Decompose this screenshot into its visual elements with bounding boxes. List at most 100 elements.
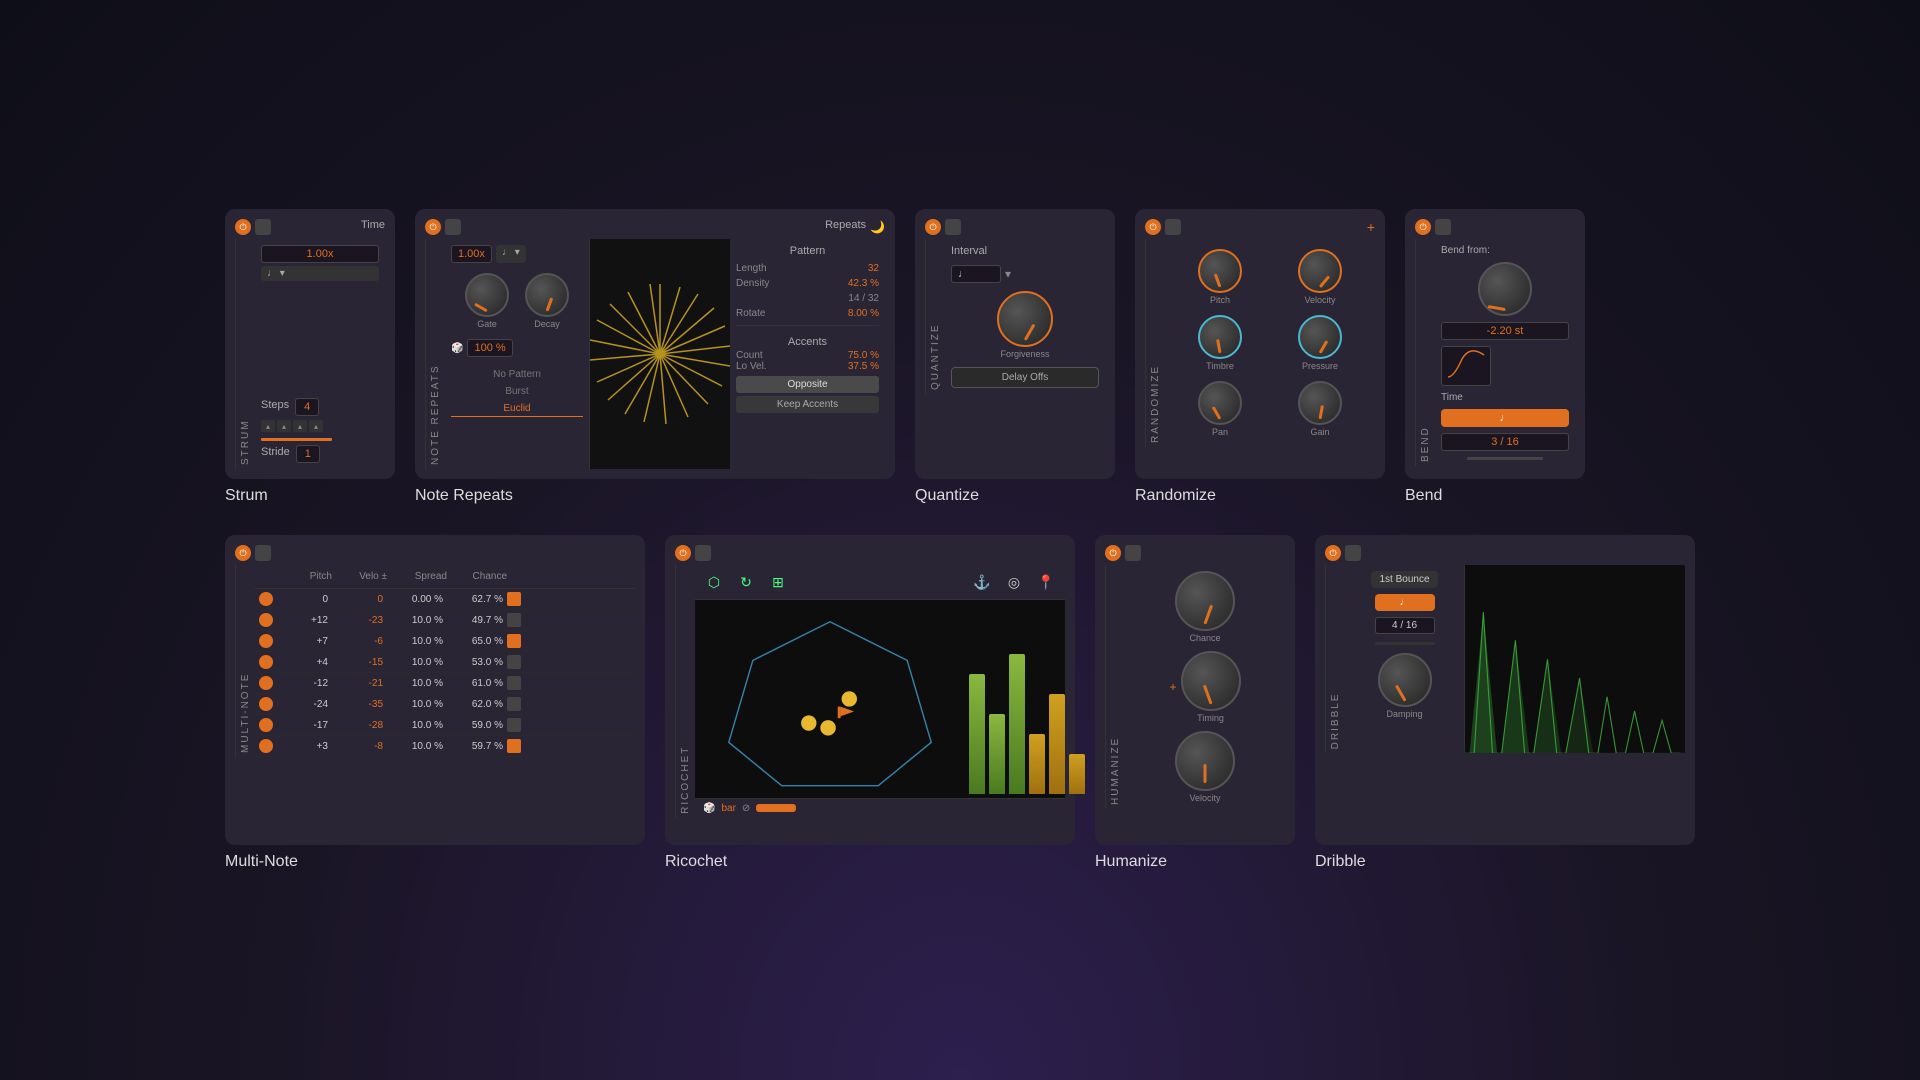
strum-arrow-1[interactable]: ▴ (261, 420, 275, 432)
mn-velo-2[interactable]: -6 (332, 635, 387, 648)
mn-pitch-7[interactable]: +3 (277, 740, 332, 753)
strum-arrow-3[interactable]: ▴ (293, 420, 307, 432)
ric-power-button[interactable]: ⏻ (675, 545, 691, 561)
q-interval-value[interactable]: ♩ (951, 265, 1001, 283)
nr-opposite-btn[interactable]: Opposite (736, 376, 879, 393)
mn-row-power-5[interactable] (259, 697, 273, 711)
drib-power-button[interactable]: ⏻ (1325, 545, 1341, 561)
hum-power-button[interactable]: ⏻ (1105, 545, 1121, 561)
q-power-button[interactable]: ⏻ (925, 219, 941, 235)
ric-tool-anchor[interactable]: ⚓ (971, 571, 993, 593)
mn-pitch-2[interactable]: +7 (277, 635, 332, 648)
rand-menu-icon[interactable] (1165, 219, 1181, 235)
nr-lo-vel-value[interactable]: 37.5 % (848, 361, 879, 372)
mn-row-power-0[interactable] (259, 592, 273, 606)
nr-pattern-euclid[interactable]: Euclid (451, 401, 583, 417)
q-delay-offs-btn[interactable]: Delay Offs (951, 367, 1099, 388)
ric-tool-polygon[interactable]: ⬡ (703, 571, 725, 593)
drib-menu-icon[interactable] (1345, 545, 1361, 561)
mn-velo-0[interactable]: 0 (332, 593, 387, 606)
mn-chance-0[interactable]: 62.7 % (447, 593, 507, 606)
mn-spread-1[interactable]: 10.0 % (387, 614, 447, 627)
ric-color-bar[interactable] (756, 804, 796, 812)
mn-pitch-3[interactable]: +4 (277, 656, 332, 669)
nr-value[interactable]: 1.00x (451, 245, 492, 263)
mn-spread-3[interactable]: 10.0 % (387, 656, 447, 669)
nr-gate-knob[interactable] (465, 273, 509, 317)
hum-menu-icon[interactable] (1125, 545, 1141, 561)
strum-arrow-2[interactable]: ▴ (277, 420, 291, 432)
ric-tool-grid[interactable]: ⊞ (767, 571, 789, 593)
hum-timing-knob[interactable] (1181, 651, 1241, 711)
hum-velocity-knob[interactable] (1175, 731, 1235, 791)
mn-row-power-2[interactable] (259, 634, 273, 648)
rand-timbre-knob[interactable] (1198, 315, 1242, 359)
nr-note-icon[interactable]: ♩ ▾ (496, 245, 526, 263)
mn-spread-5[interactable]: 10.0 % (387, 698, 447, 711)
rand-power-button[interactable]: ⏻ (1145, 219, 1161, 235)
nr-menu-icon[interactable] (445, 219, 461, 235)
nr-density-value[interactable]: 42.3 % (848, 278, 879, 289)
mn-row-power-7[interactable] (259, 739, 273, 753)
rand-gain-knob[interactable] (1298, 381, 1342, 425)
strum-menu-icon[interactable] (255, 219, 271, 235)
mn-velo-4[interactable]: -21 (332, 677, 387, 690)
mn-pitch-0[interactable]: 0 (277, 593, 332, 606)
bend-time-note[interactable]: ♩ (1441, 409, 1569, 427)
strum-note-icon[interactable]: ♩ ▾ (261, 266, 379, 281)
mn-spread-0[interactable]: 0.00 % (387, 593, 447, 606)
ric-tool-target[interactable]: ◎ (1003, 571, 1025, 593)
drib-time-display[interactable]: 4 / 16 (1375, 617, 1435, 634)
mn-row-power-1[interactable] (259, 613, 273, 627)
bend-main-knob[interactable] (1478, 262, 1532, 316)
q-menu-icon[interactable] (945, 219, 961, 235)
ric-tool-refresh[interactable]: ↻ (735, 571, 757, 593)
bend-power-button[interactable]: ⏻ (1415, 219, 1431, 235)
nr-percent-value[interactable]: 100 % (467, 339, 512, 357)
drib-note-btn[interactable]: ♩ (1375, 594, 1435, 611)
rand-pressure-knob[interactable] (1298, 315, 1342, 359)
strum-steps-value[interactable]: 4 (295, 398, 319, 416)
rand-velocity-knob[interactable] (1298, 249, 1342, 293)
mn-velo-7[interactable]: -8 (332, 740, 387, 753)
mn-velo-3[interactable]: -15 (332, 656, 387, 669)
mn-spread-6[interactable]: 10.0 % (387, 719, 447, 732)
mn-spread-4[interactable]: 10.0 % (387, 677, 447, 690)
mn-spread-7[interactable]: 10.0 % (387, 740, 447, 753)
nr-rotate-value[interactable]: 8.00 % (848, 308, 879, 319)
hum-plus-icon[interactable]: + (1169, 680, 1176, 694)
mn-pitch-1[interactable]: +12 (277, 614, 332, 627)
mn-pitch-5[interactable]: -24 (277, 698, 332, 711)
ric-tool-pin[interactable]: 📍 (1035, 571, 1057, 593)
nr-decay-knob[interactable] (525, 273, 569, 317)
rand-add-button[interactable]: + (1367, 219, 1375, 235)
nr-power-button[interactable]: ⏻ (425, 219, 441, 235)
mn-chance-7[interactable]: 59.7 % (447, 740, 507, 753)
bend-value[interactable]: -2.20 st (1441, 322, 1569, 340)
bend-time-display[interactable]: 3 / 16 (1441, 433, 1569, 451)
mn-chance-4[interactable]: 61.0 % (447, 677, 507, 690)
ric-menu-icon[interactable] (695, 545, 711, 561)
mn-menu-icon[interactable] (255, 545, 271, 561)
mn-velo-1[interactable]: -23 (332, 614, 387, 627)
mn-chance-2[interactable]: 65.0 % (447, 635, 507, 648)
nr-keep-accents-btn[interactable]: Keep Accents (736, 396, 879, 413)
rand-pitch-knob[interactable] (1198, 249, 1242, 293)
mn-chance-5[interactable]: 62.0 % (447, 698, 507, 711)
strum-arrow-4[interactable]: ▴ (309, 420, 323, 432)
q-forgiveness-knob[interactable] (997, 291, 1053, 347)
mn-power-button[interactable]: ⏻ (235, 545, 251, 561)
mn-row-power-3[interactable] (259, 655, 273, 669)
mn-row-power-4[interactable] (259, 676, 273, 690)
nr-count-value[interactable]: 75.0 % (848, 350, 879, 361)
mn-row-power-6[interactable] (259, 718, 273, 732)
mn-chance-3[interactable]: 53.0 % (447, 656, 507, 669)
drib-damping-knob[interactable] (1378, 653, 1432, 707)
mn-pitch-4[interactable]: -12 (277, 677, 332, 690)
nr-pattern-no[interactable]: No Pattern (451, 367, 583, 382)
rand-pan-knob[interactable] (1198, 381, 1242, 425)
mn-pitch-6[interactable]: -17 (277, 719, 332, 732)
strum-power-button[interactable]: ⏻ (235, 219, 251, 235)
hum-chance-knob[interactable] (1175, 571, 1235, 631)
mn-spread-2[interactable]: 10.0 % (387, 635, 447, 648)
